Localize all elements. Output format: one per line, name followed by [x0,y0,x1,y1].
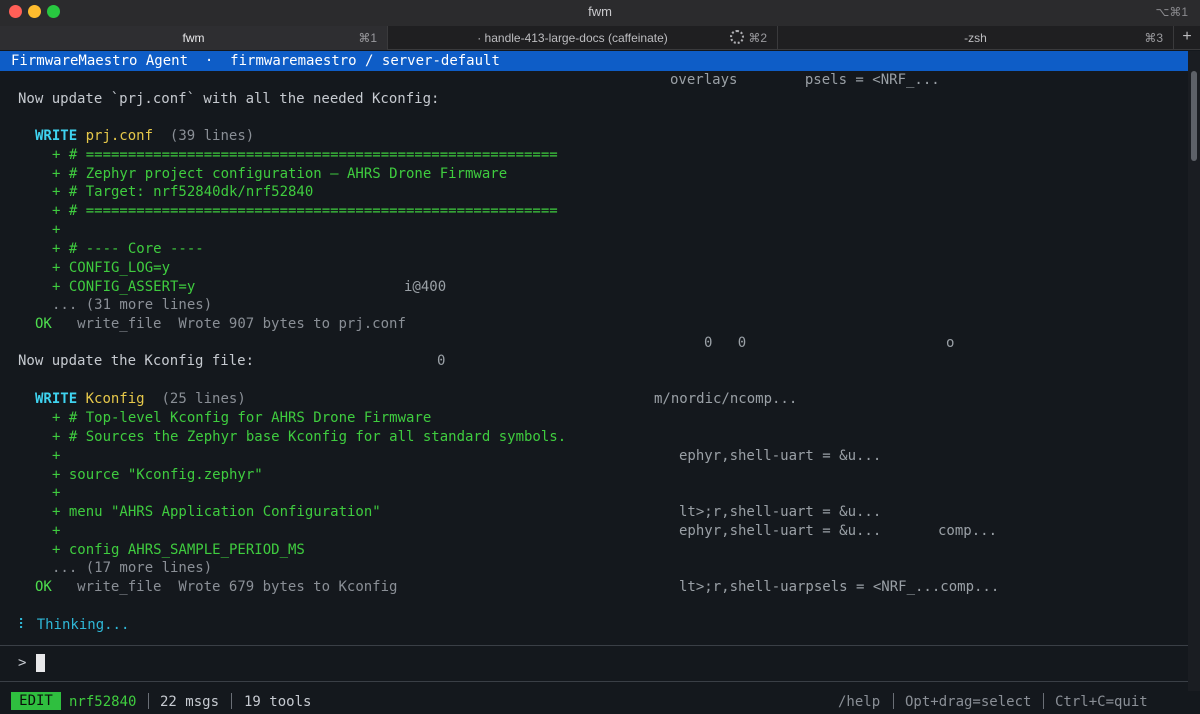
quit-hint: Ctrl+C=quit [1055,694,1148,710]
text-cursor[interactable] [36,654,45,672]
status-divider [1043,693,1044,709]
tool-count: 19 tools [244,694,312,710]
diff-line: + # ====================================… [52,203,558,219]
tab-handle-413-large-docs[interactable]: · handle-413-large-docs (caffeinate) ⌘2 [388,26,778,50]
diff-line: + menu "AHRS Application Configuration" [52,504,381,520]
ghost-text: 0 0 [704,335,747,351]
ghost-text: i@400 [404,279,447,295]
diff-line: + # Sources the Zephyr base Kconfig for … [52,429,567,445]
file-name: prj.conf [85,128,154,144]
thinking-label: Thinking... [36,617,130,633]
diff-line: + # ====================================… [52,147,558,163]
status-bar: EDIT nrf52840 22 msgs 19 tools /help Opt… [0,690,1188,712]
diff-line: + # Target: nrf52840dk/nrf52840 [52,184,314,200]
agent-header: FirmwareMaestro Agent · firmwaremaestro … [0,51,1200,71]
diff-line: + [52,448,61,464]
thinking-indicator: ⠇ Thinking... [18,616,129,634]
tab-fwm[interactable]: fwm ⌘1 [0,26,388,50]
help-hint: /help [838,694,881,710]
diff-line: + CONFIG_ASSERT=y [52,279,196,295]
tab-bar: fwm ⌘1 · handle-413-large-docs (caffeina… [0,26,1200,50]
ghost-text: ephyr,shell-uart = &u... [679,448,882,464]
new-tab-button[interactable]: + [1174,26,1200,50]
scrollbar[interactable] [1188,51,1200,691]
write-verb: WRITE [35,391,78,407]
board-name: nrf52840 [69,694,137,710]
diff-line: + config AHRS_SAMPLE_PERIOD_MS [52,542,305,558]
ghost-text: ephyr,shell-uart = &u... [679,523,882,539]
title-bar: fwm ⌥⌘1 [0,0,1200,26]
ghost-text: lt>;r,shell-uart = &u... [679,504,882,520]
diff-line: + [52,222,61,238]
thinking-spinner-icon: ⠇ [18,617,29,633]
tool-result-text: Wrote 679 bytes to Kconfig [178,579,398,595]
mode-badge: EDIT [11,692,61,710]
prompt-divider-top [0,645,1188,646]
tab-zsh[interactable]: -zsh ⌘3 [778,26,1174,50]
ghost-text: 0 [437,353,446,369]
assistant-message: Now update the Kconfig file: [18,353,255,369]
status-divider [231,693,232,709]
ghost-text: comp... [938,523,998,539]
agent-name: FirmwareMaestro Agent [11,53,189,69]
ghost-text: lt>;r,shell-uarpsels = <NRF_...comp... [679,579,1000,595]
status-divider [148,693,149,709]
select-hint: Opt+drag=select [905,694,1032,710]
write-verb: WRITE [35,128,78,144]
status-divider [893,693,894,709]
diff-line: + # ---- Core ---- [52,241,204,257]
tool-result: OK write_file Wrote 907 bytes to prj.con… [35,315,406,333]
ok-badge: OK [35,316,52,332]
diff-line: + # Zephyr project configuration — AHRS … [52,166,508,182]
window-title: fwm [588,4,612,19]
ghost-text: m/nordic/ncomp... [654,391,798,407]
tab-label: fwm [182,31,205,45]
header-separator: · [204,53,214,69]
ghost-text: overlays psels = <NRF_... [670,72,940,88]
session-path: firmwaremaestro / server-default [230,53,500,69]
diff-line: + [52,485,61,501]
line-count: (39 lines) [169,128,255,144]
prompt-divider-bottom [0,681,1188,682]
file-name: Kconfig [85,391,145,407]
spinner-icon [730,30,744,44]
window-shortcut: ⌥⌘1 [1155,5,1188,19]
prompt-symbol: > [18,655,27,671]
tab-shortcut: ⌘1 [358,31,377,45]
tool-result: OK write_file Wrote 679 bytes to Kconfig [35,578,397,596]
tab-shortcut: ⌘3 [1144,31,1163,45]
tab-label: -zsh [964,31,987,45]
transcript: overlays psels = <NRF_... Now update `pr… [0,71,1188,646]
assistant-message: Now update `prj.conf` with all the neede… [18,91,440,107]
line-count: (25 lines) [161,391,246,407]
write-header: WRITE Kconfig (25 lines) [35,390,246,408]
scrollbar-thumb[interactable] [1191,71,1197,161]
diff-line: + CONFIG_LOG=y [52,260,171,276]
message-count: 22 msgs [160,694,220,710]
tab-shortcut: ⌘2 [748,31,767,45]
tool-name: write_file [77,579,162,595]
terminal-window: fwm ⌥⌘1 fwm ⌘1 · handle-413-large-docs (… [0,0,1200,714]
tool-name: write_file [77,316,162,332]
more-lines: ... (31 more lines) [52,297,213,313]
ghost-text: o [946,335,955,351]
write-header: WRITE prj.conf (39 lines) [35,127,254,145]
more-lines: ... (17 more lines) [52,560,213,576]
diff-line: + # Top-level Kconfig for AHRS Drone Fir… [52,410,432,426]
ok-badge: OK [35,579,52,595]
diff-line: + [52,523,61,539]
diff-line: + source "Kconfig.zephyr" [52,467,263,483]
tool-result-text: Wrote 907 bytes to prj.conf [178,316,406,332]
tab-label: · handle-413-large-docs (caffeinate) [477,31,668,45]
